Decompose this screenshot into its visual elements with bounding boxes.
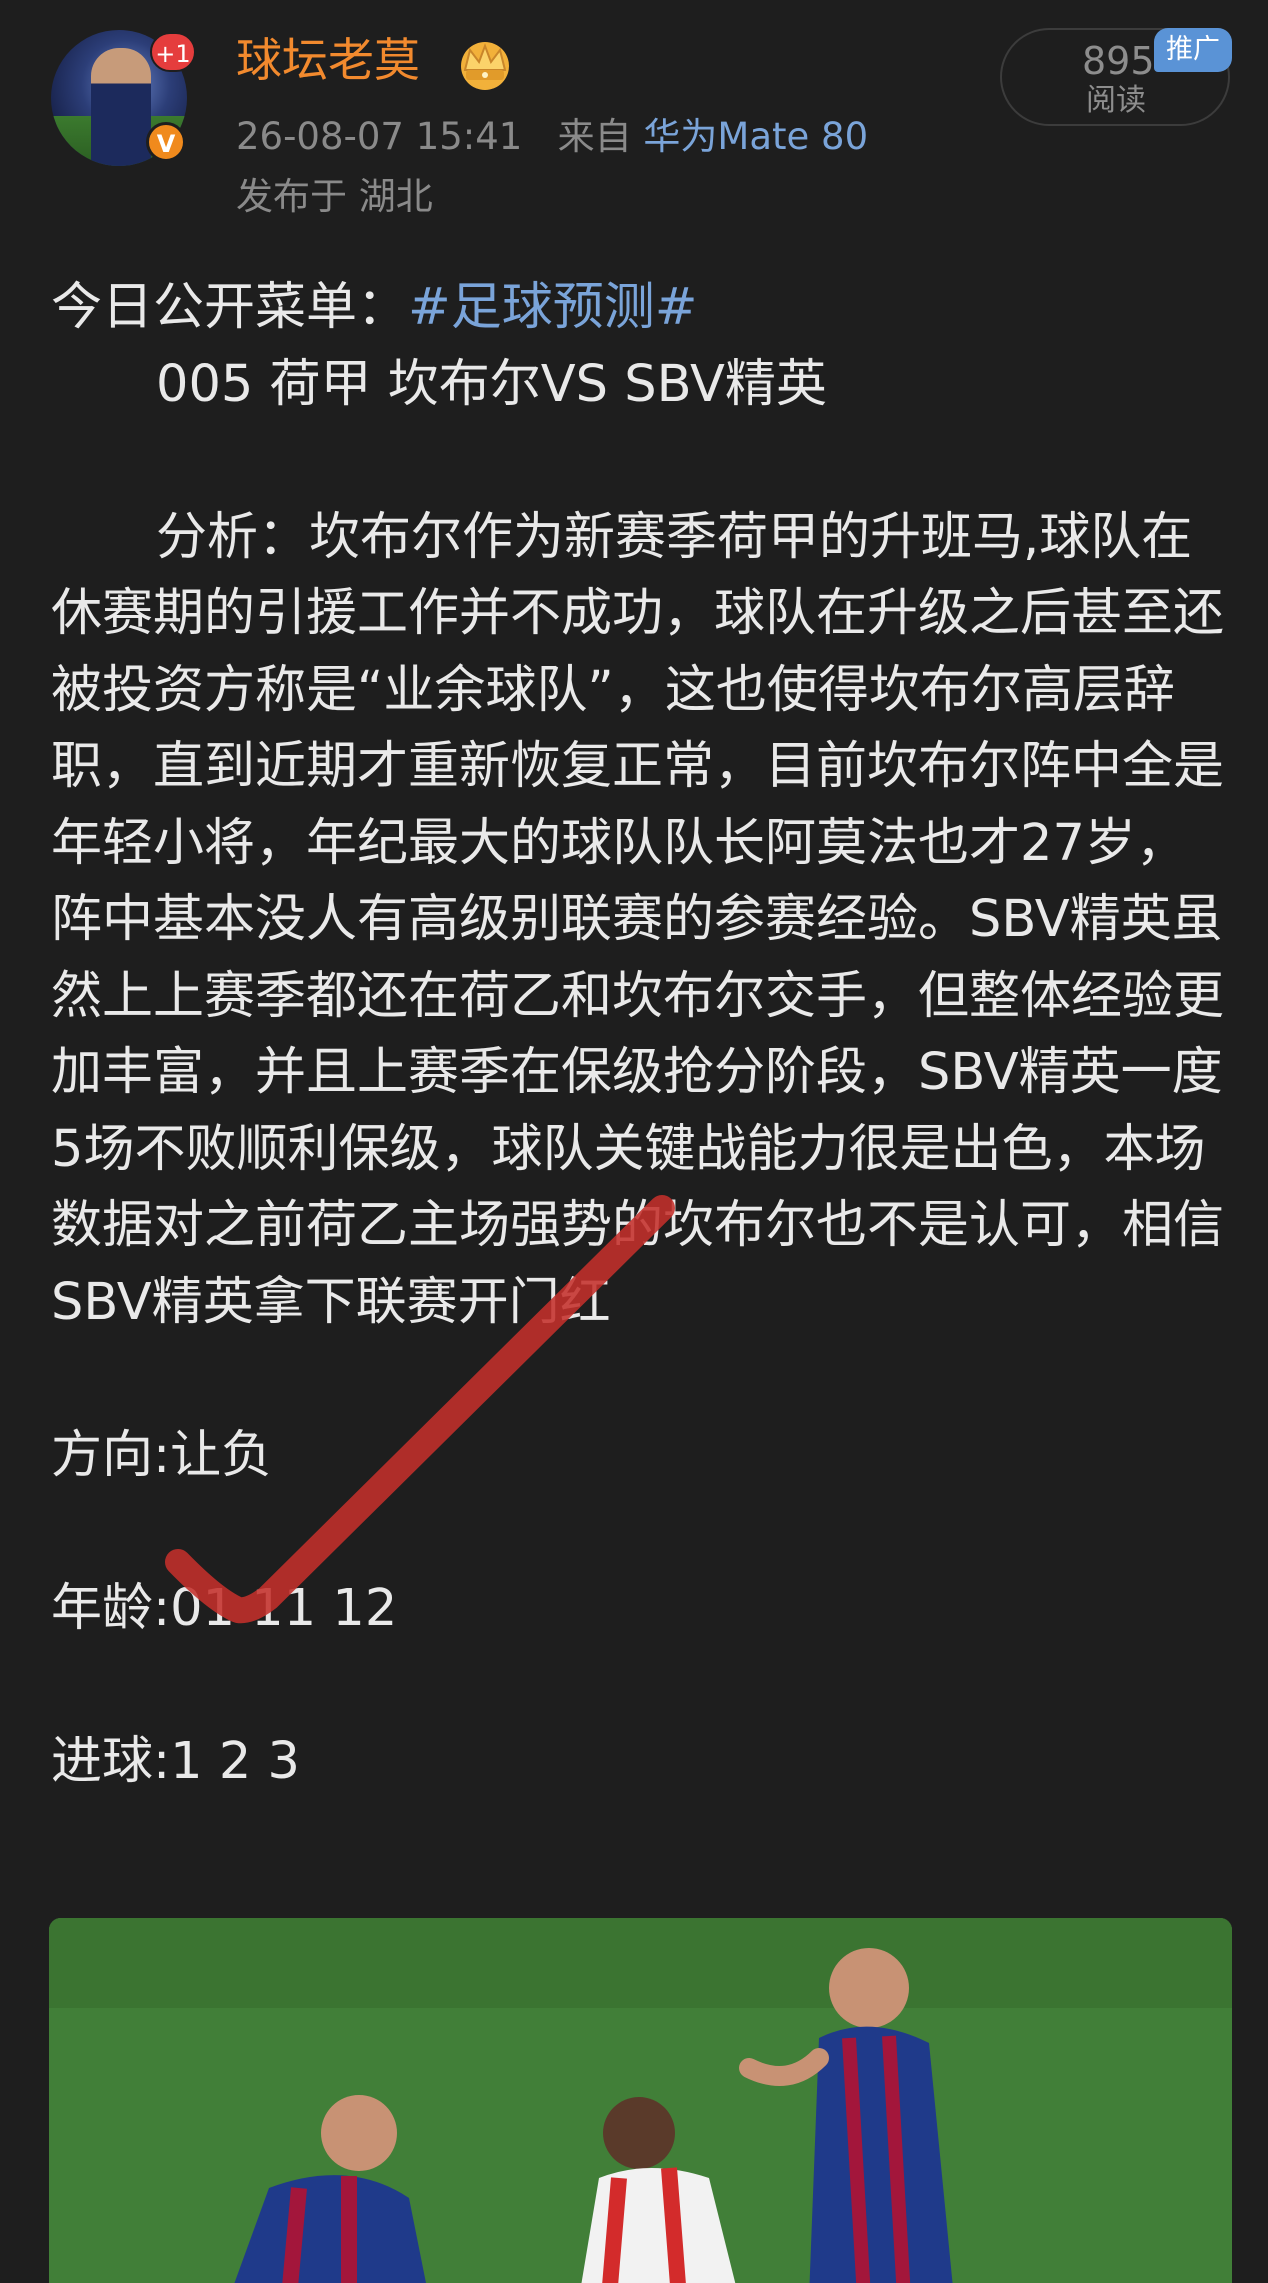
post-location: 发布于 湖北 (236, 175, 433, 218)
photo-illustration (49, 1918, 1232, 2283)
direction-line: 方向:让负 (51, 1425, 273, 1485)
hashtag-link[interactable]: #足球预测# (408, 278, 697, 337)
age-line: 年龄:01 11 12 (51, 1578, 398, 1638)
read-count: 895 (1082, 39, 1155, 83)
username[interactable]: 球坛老莫 (236, 30, 420, 90)
read-label: 阅读 (1086, 83, 1146, 118)
avatar-player (91, 48, 151, 166)
promo-tag[interactable]: 推广 (1154, 28, 1232, 72)
source-prefix: 来自 (557, 115, 632, 158)
goals-line: 进球:1 2 3 (51, 1731, 300, 1791)
post-body: 今日公开菜单：#足球预测# 005 荷甲 坎布尔VS SBV精英 分析：坎布尔作… (51, 270, 1231, 1800)
match-line: 005 荷甲 坎布尔VS SBV精英 (156, 354, 827, 414)
verified-badge: V (146, 122, 186, 162)
post-photo[interactable] (49, 1918, 1232, 2283)
analysis-text: 分析：坎布尔作为新赛季荷甲的升班马,球队在休赛期的引援工作并不成功，球队在升级之… (51, 507, 1225, 1332)
post-timestamp: 26-08-07 15:41 (236, 115, 523, 158)
post-header: +1 V 球坛老莫 26-08-07 15:41 来自 华为Mate 80 发布… (0, 0, 1268, 230)
crown-icon (461, 42, 509, 90)
follow-badge[interactable]: +1 (150, 32, 196, 72)
device-link[interactable]: 华为Mate 80 (643, 115, 868, 158)
post-meta: 26-08-07 15:41 来自 华为Mate 80 (236, 112, 868, 162)
menu-line: 今日公开菜单：#足球预测# (51, 270, 1231, 347)
menu-label: 今日公开菜单： (51, 278, 409, 337)
